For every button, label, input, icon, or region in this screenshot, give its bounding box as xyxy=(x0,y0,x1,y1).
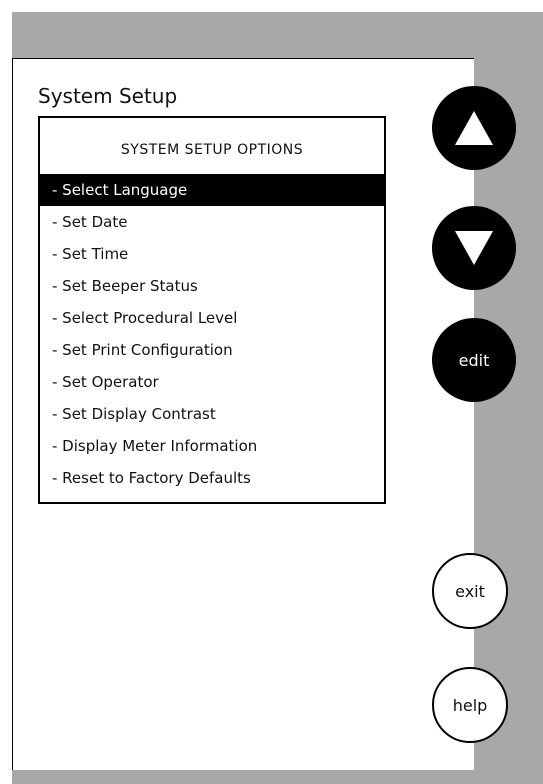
option-label: - Set Beeper Status xyxy=(52,277,198,295)
option-label: - Select Language xyxy=(52,181,188,199)
scroll-down-button[interactable] xyxy=(432,206,516,290)
top-bar xyxy=(12,12,543,58)
help-button[interactable]: help xyxy=(432,667,508,743)
option-label: - Select Procedural Level xyxy=(52,309,238,327)
scroll-up-button[interactable] xyxy=(432,86,516,170)
option-set-beeper-status[interactable]: - Set Beeper Status xyxy=(40,270,384,302)
option-select-procedural-level[interactable]: - Select Procedural Level xyxy=(40,302,384,334)
exit-button-label: exit xyxy=(455,581,485,601)
options-list-header: SYSTEM SETUP OPTIONS xyxy=(120,142,304,158)
option-label: - Set Date xyxy=(52,213,128,231)
page-title: System Setup xyxy=(38,84,178,108)
option-set-operator[interactable]: - Set Operator xyxy=(40,366,384,398)
option-set-display-contrast[interactable]: - Set Display Contrast xyxy=(40,398,384,430)
option-label: - Reset to Factory Defaults xyxy=(52,469,251,487)
bottom-bar xyxy=(12,770,543,784)
option-label: - Set Operator xyxy=(52,373,159,391)
edit-button-label: edit xyxy=(458,350,490,370)
exit-button[interactable]: exit xyxy=(432,553,508,629)
options-list-box: SYSTEM SETUP OPTIONS - Select Language -… xyxy=(38,116,386,504)
option-set-date[interactable]: - Set Date xyxy=(40,206,384,238)
option-set-time[interactable]: - Set Time xyxy=(40,238,384,270)
option-label: - Set Print Configuration xyxy=(52,341,233,359)
triangle-up-icon xyxy=(455,111,493,145)
option-display-meter-information[interactable]: - Display Meter Information xyxy=(40,430,384,462)
edit-button[interactable]: edit xyxy=(432,318,516,402)
option-label: - Set Time xyxy=(52,245,129,263)
option-select-language[interactable]: - Select Language xyxy=(40,174,384,206)
option-reset-to-factory-defaults[interactable]: - Reset to Factory Defaults xyxy=(40,462,384,494)
option-set-print-configuration[interactable]: - Set Print Configuration xyxy=(40,334,384,366)
option-label: - Set Display Contrast xyxy=(52,405,216,423)
help-button-label: help xyxy=(452,695,488,715)
option-label: - Display Meter Information xyxy=(52,437,258,455)
triangle-down-icon xyxy=(455,231,493,265)
